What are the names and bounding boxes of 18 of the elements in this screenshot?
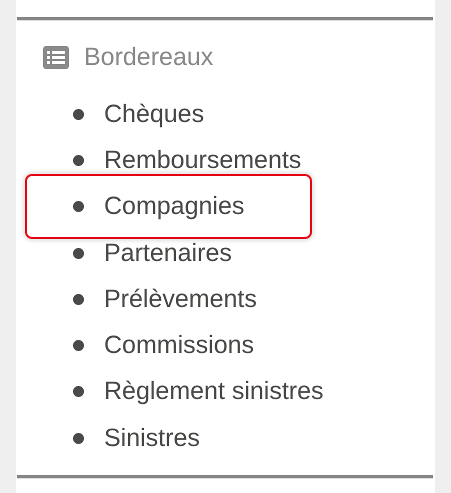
bullet-icon bbox=[73, 340, 84, 352]
list-icon bbox=[43, 46, 69, 68]
menu-link[interactable]: Commissions bbox=[104, 331, 254, 360]
menu-link[interactable]: Chèques bbox=[104, 100, 204, 129]
bullet-icon bbox=[73, 154, 84, 166]
menu-link[interactable]: Partenaires bbox=[104, 238, 232, 268]
menu-link[interactable]: Remboursements bbox=[104, 146, 302, 175]
menu-link[interactable]: Prélèvements bbox=[104, 284, 257, 314]
section-title: Bordereaux bbox=[84, 42, 214, 72]
menu-link[interactable]: Règlement sinistres bbox=[104, 377, 324, 406]
bullet-icon bbox=[73, 432, 84, 444]
bullet-icon bbox=[73, 248, 84, 259]
bullet-icon bbox=[73, 294, 84, 305]
bullet-icon bbox=[73, 386, 84, 398]
bullet-icon bbox=[73, 201, 84, 212]
menu-link[interactable]: Sinistres bbox=[104, 424, 200, 453]
bullet-icon bbox=[73, 108, 84, 120]
menu-link[interactable]: Compagnies bbox=[104, 192, 244, 222]
